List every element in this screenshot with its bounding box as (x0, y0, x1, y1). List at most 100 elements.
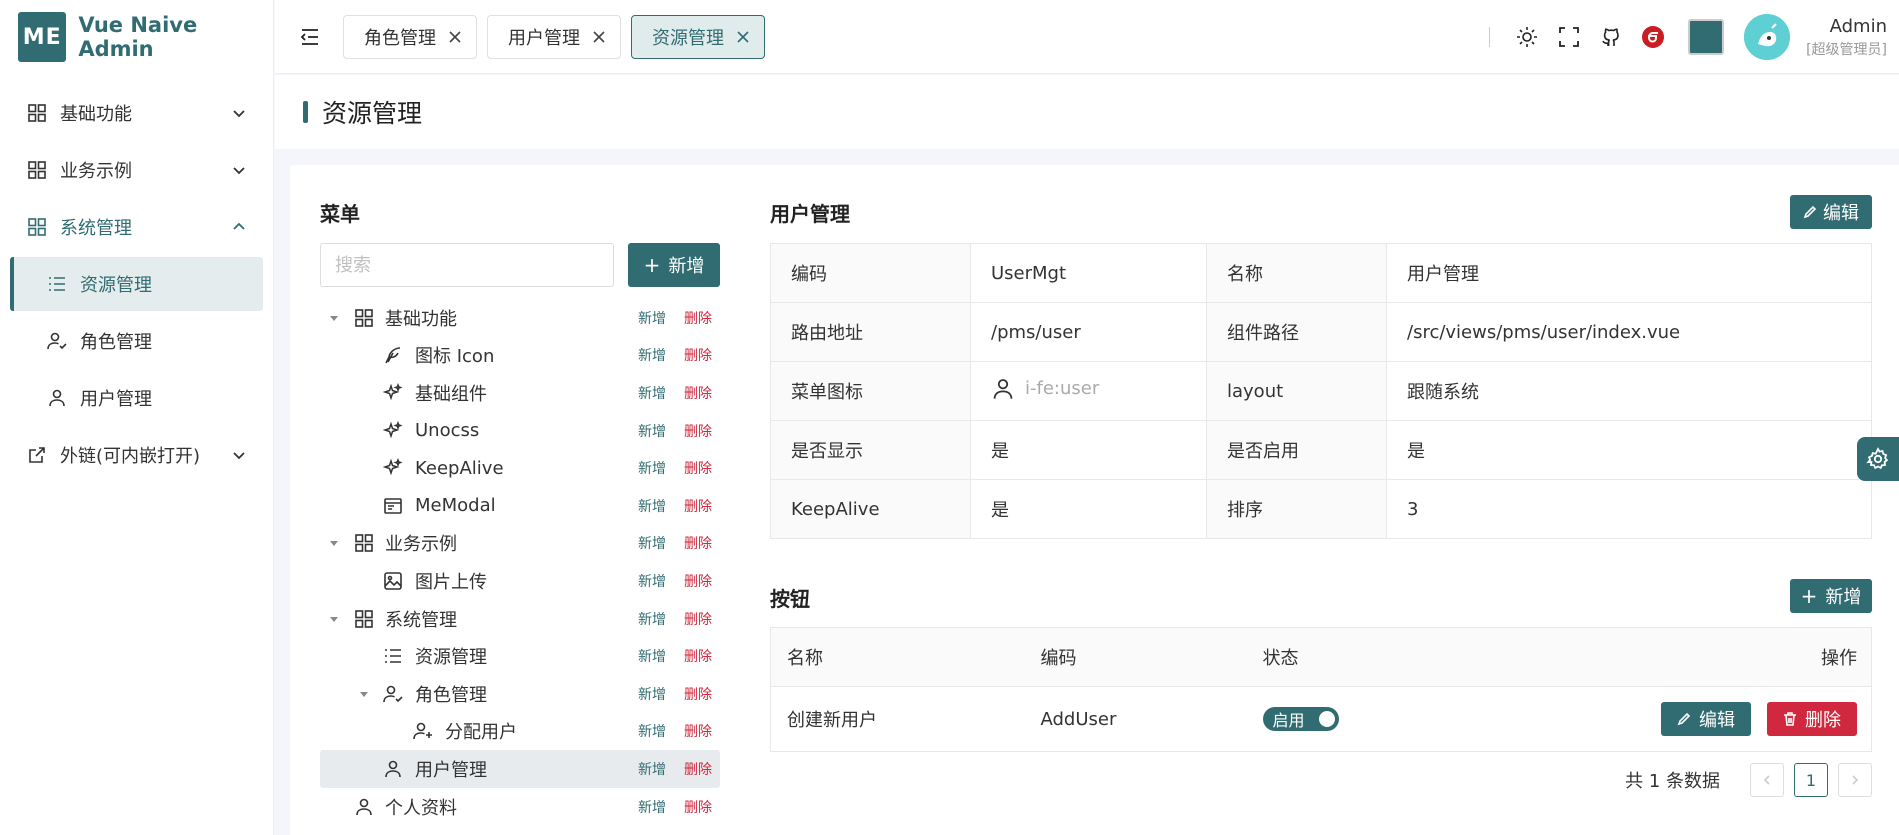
tab-resources[interactable]: 资源管理 (631, 14, 765, 59)
tab-label: 用户管理 (508, 27, 580, 49)
edit-menu-button[interactable]: 编辑 (1790, 195, 1872, 229)
tree-node-label: 系统管理 (385, 609, 457, 631)
detail-value: UserMgt (970, 243, 1207, 303)
tree-node-label: 业务示例 (385, 534, 457, 556)
tree-node[interactable]: 业务示例 新增 删除 (320, 525, 720, 563)
delete-button[interactable]: 删除 (1767, 702, 1857, 736)
tree-delete-link[interactable]: 删除 (684, 797, 712, 817)
tab-users[interactable]: 用户管理 (487, 14, 621, 59)
tree-add-link[interactable]: 新增 (638, 646, 666, 666)
tree-delete-link[interactable]: 删除 (684, 609, 712, 629)
tree-node-selected[interactable]: 用户管理 新增 删除 (320, 750, 720, 788)
avatar[interactable] (1744, 14, 1791, 60)
tree-delete-link[interactable]: 删除 (684, 684, 712, 704)
window-icon (383, 496, 403, 516)
page-number-button[interactable]: 1 (1794, 763, 1828, 797)
detail-value: 跟随系统 (1386, 361, 1872, 421)
tree-node[interactable]: Unocss 新增 删除 (320, 412, 720, 450)
github-icon[interactable] (1598, 24, 1624, 50)
tree-add-link[interactable]: 新增 (638, 721, 666, 741)
logo[interactable]: ME Vue Naive Admin (0, 0, 273, 74)
add-menu-button[interactable]: + 新增 (628, 243, 720, 287)
tree-delete-link[interactable]: 删除 (684, 721, 712, 741)
user-icon (46, 387, 68, 409)
close-icon[interactable] (448, 30, 462, 44)
tree-add-link[interactable]: 新增 (638, 533, 666, 553)
tree-node-label: 基础组件 (415, 383, 487, 405)
tree-add-link[interactable]: 新增 (638, 383, 666, 403)
tree-node[interactable]: 图片上传 新增 删除 (320, 562, 720, 600)
tree-delete-link[interactable]: 删除 (684, 759, 712, 779)
tree-add-link[interactable]: 新增 (638, 571, 666, 591)
chevron-down-icon (233, 452, 245, 460)
tree-node[interactable]: 图标 Icon 新增 删除 (320, 337, 720, 375)
fullscreen-icon[interactable] (1556, 24, 1582, 50)
edit-button[interactable]: 编辑 (1661, 702, 1751, 736)
sidebar-item-system[interactable]: 系统管理 (10, 200, 263, 254)
tree-node[interactable]: 基础组件 新增 删除 (320, 374, 720, 412)
theme-color-picker[interactable] (1688, 19, 1725, 55)
tree-add-link[interactable]: 新增 (638, 797, 666, 817)
tab-roles[interactable]: 角色管理 (343, 14, 477, 59)
chevron-down-icon (233, 110, 245, 118)
tree-add-link[interactable]: 新增 (638, 609, 666, 629)
tree-delete-link[interactable]: 删除 (684, 421, 712, 441)
sidebar-item-external[interactable]: 外链(可内嵌打开) (10, 428, 263, 482)
tree-node[interactable]: KeepAlive 新增 删除 (320, 449, 720, 487)
detail-table: 编码 UserMgt 名称 用户管理 路由地址 /pms/user 组件路径 /… (770, 243, 1872, 539)
prev-page-button[interactable] (1750, 763, 1784, 797)
next-page-button[interactable] (1838, 763, 1872, 797)
tree-delete-link[interactable]: 删除 (684, 571, 712, 591)
tree-add-link[interactable]: 新增 (638, 345, 666, 365)
button-code: AddUser (1040, 708, 1117, 730)
search-input[interactable] (320, 243, 614, 287)
tree-delete-link[interactable]: 删除 (684, 496, 712, 516)
add-button-label: 新增 (1825, 587, 1862, 608)
tree-node[interactable]: 角色管理 新增 删除 (320, 675, 720, 713)
sidebar-item-roles[interactable]: 角色管理 (10, 314, 263, 368)
close-icon[interactable] (592, 30, 606, 44)
caret-down-icon[interactable] (328, 613, 340, 625)
sidebar-item-business[interactable]: 业务示例 (10, 143, 263, 197)
sidebar-item-resources[interactable]: 资源管理 (10, 257, 263, 311)
feather-icon (383, 345, 403, 365)
detail-key: 是否启用 (1206, 420, 1387, 480)
tree-add-link[interactable]: 新增 (638, 308, 666, 328)
tree-delete-link[interactable]: 删除 (684, 383, 712, 403)
caret-down-icon[interactable] (328, 537, 340, 549)
tree-delete-link[interactable]: 删除 (684, 458, 712, 478)
caret-down-icon[interactable] (358, 688, 370, 700)
sidebar-item-label: 基础功能 (60, 104, 132, 125)
external-link-icon (26, 444, 48, 466)
tree-delete-link[interactable]: 删除 (684, 646, 712, 666)
detail-value: 是 (1386, 420, 1872, 480)
tree-add-link[interactable]: 新增 (638, 684, 666, 704)
chevron-left-icon (1763, 775, 1770, 785)
tree-add-link[interactable]: 新增 (638, 496, 666, 516)
theme-sun-icon[interactable] (1514, 24, 1540, 50)
status-toggle[interactable]: 启用 (1262, 707, 1339, 731)
gitee-icon[interactable] (1640, 24, 1666, 50)
tree-delete-link[interactable]: 删除 (684, 533, 712, 553)
sidebar-item-basic[interactable]: 基础功能 (10, 86, 263, 140)
tree-delete-link[interactable]: 删除 (684, 308, 712, 328)
user-info[interactable]: Admin [超级管理员] (1806, 16, 1887, 59)
tree-add-link[interactable]: 新增 (638, 421, 666, 441)
sidebar-item-users[interactable]: 用户管理 (10, 371, 263, 425)
tree-node[interactable]: MeModal 新增 删除 (320, 487, 720, 525)
settings-gear-button[interactable] (1857, 437, 1899, 481)
caret-down-icon[interactable] (328, 312, 340, 324)
trash-icon (1783, 712, 1797, 726)
tree-node[interactable]: 系统管理 新增 删除 (320, 600, 720, 638)
tree-node[interactable]: 资源管理 新增 删除 (320, 637, 720, 675)
tree-add-link[interactable]: 新增 (638, 458, 666, 478)
grid-icon (354, 533, 374, 553)
tree-delete-link[interactable]: 删除 (684, 345, 712, 365)
add-button-button[interactable]: + 新增 (1790, 579, 1872, 613)
close-icon[interactable] (736, 30, 750, 44)
tree-node[interactable]: 个人资料 新增 删除 (320, 788, 720, 826)
tree-node[interactable]: 基础功能 新增 删除 (320, 299, 720, 337)
menu-collapse-icon[interactable] (299, 26, 321, 48)
tree-add-link[interactable]: 新增 (638, 759, 666, 779)
tree-node[interactable]: 分配用户 新增 删除 (320, 713, 720, 751)
